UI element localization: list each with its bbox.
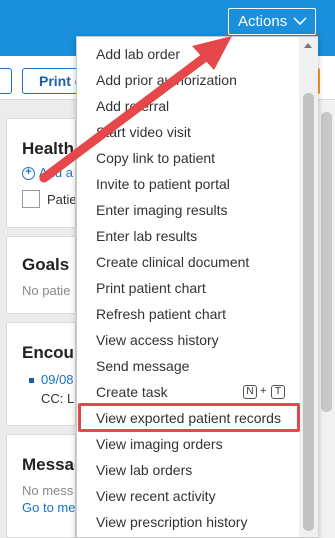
annotation-arrow [39, 36, 232, 183]
